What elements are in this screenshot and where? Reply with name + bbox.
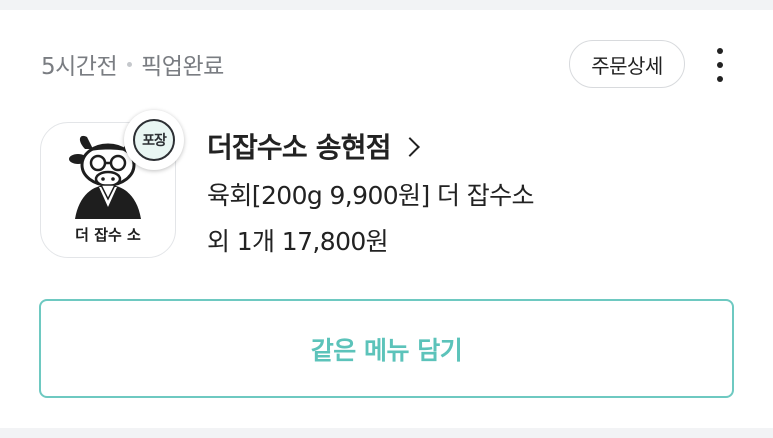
order-detail-button[interactable]: 주문상세 xyxy=(569,40,685,88)
store-name: 더잡수소 송현점 xyxy=(207,131,391,164)
pack-badge-label: 포장 xyxy=(142,133,167,149)
menu-summary-line-2: 외 1개 17,800원 xyxy=(207,227,389,256)
reorder-same-menu-button[interactable]: 같은 메뉴 담기 xyxy=(39,299,734,398)
menu-summary-line-1: 육회[200g 9,900원] 더 잡수소 xyxy=(207,181,535,210)
pack-badge-icon: 포장 xyxy=(133,119,175,161)
store-name-link[interactable]: 더잡수소 송현점 xyxy=(207,126,420,166)
logo-text: 더 잡수 소 xyxy=(75,226,141,244)
section-divider-top xyxy=(0,0,773,10)
section-divider-bottom xyxy=(0,428,773,438)
more-dot xyxy=(717,62,723,68)
order-history-card: 5시간전 픽업완료 주문상세 더 잡수 소 포장 더잡수소 송현점 육회[200… xyxy=(0,0,773,438)
pickup-badge: 포장 xyxy=(124,110,184,170)
more-options-button[interactable] xyxy=(706,44,734,86)
order-time: 5시간전 xyxy=(41,54,118,80)
order-status: 픽업완료 xyxy=(141,54,224,80)
order-meta: 5시간전 픽업완료 xyxy=(41,48,224,80)
order-detail-label: 주문상세 xyxy=(591,53,663,78)
reorder-button-label: 같은 메뉴 담기 xyxy=(310,335,463,365)
more-dot xyxy=(717,76,723,82)
more-vertical-icon xyxy=(717,48,723,54)
chevron-right-icon xyxy=(399,137,420,157)
separator-dot-icon xyxy=(127,61,133,67)
